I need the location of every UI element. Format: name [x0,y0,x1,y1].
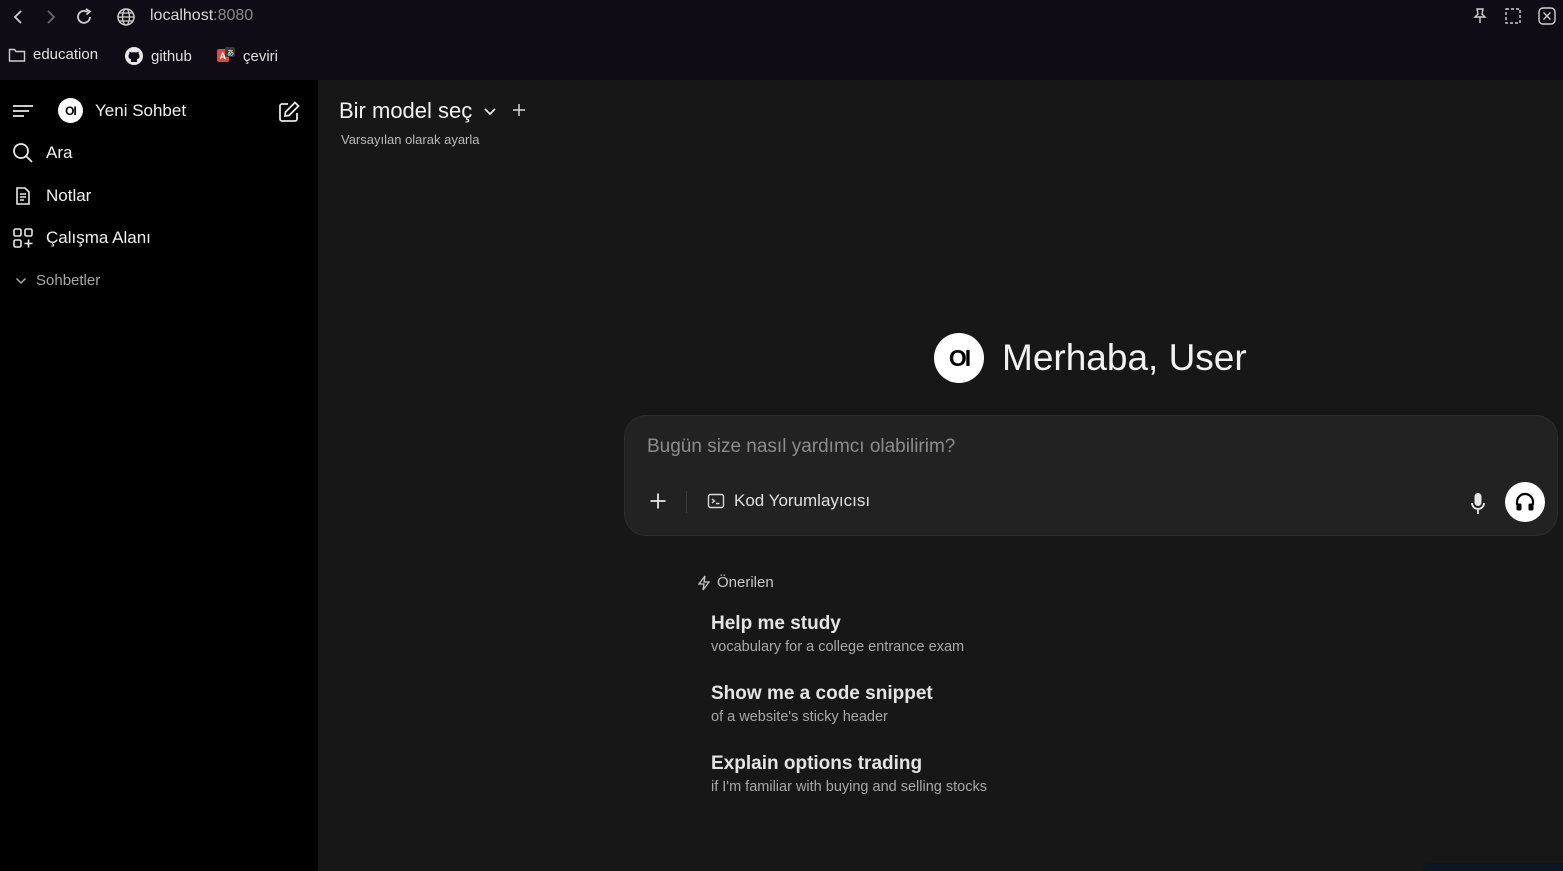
suggestion-title: Explain options trading [711,753,923,774]
plus-icon [650,493,666,509]
chat-input[interactable] [647,436,1407,458]
chevron-right-icon [47,10,56,24]
headphones-icon [1515,492,1535,511]
bookmark-label: çeviri [243,47,279,65]
search-icon [13,143,33,163]
pin-icon [1473,8,1487,23]
folder-icon [8,48,26,62]
bookmark-ceviri[interactable]: Aあ çeviri [216,46,278,66]
terminal-icon [707,493,725,509]
plus-icon [513,104,526,116]
sidebar: OI Yeni Sohbet Ara Notlar Çalışma Alanı … [0,80,318,871]
sidebar-item-workspace[interactable]: Çalışma Alanı [12,227,151,249]
suggestion-subtitle: of a website's sticky header [711,709,888,725]
add-model-button[interactable] [512,101,526,121]
sidebar-item-label: Ara [46,143,73,162]
new-chat-link[interactable]: Yeni Sohbet [95,101,186,121]
sidebar-item-label: Notlar [46,186,92,205]
chats-section-toggle[interactable]: Sohbetler [14,272,100,289]
model-selector[interactable]: Bir model seç [339,98,526,124]
model-select-label: Bir model seç [339,98,473,123]
suggestion-title: Help me study [711,613,841,634]
forward-button[interactable] [38,5,62,29]
suggestions-heading-label: Önerilen [717,574,774,591]
composer-divider [686,491,687,513]
greeting-text: Merhaba, User [1002,337,1247,378]
site-info-button[interactable] [114,5,138,29]
chevron-down-icon [484,108,496,116]
sidebar-item-label: Çalışma Alanı [46,228,151,247]
browser-toolbar: localhost:8080 [0,0,1563,34]
github-icon [125,47,143,65]
workspace-icon [13,228,33,248]
close-window-button[interactable] [1536,5,1558,27]
microphone-icon [1471,493,1485,514]
bookmarks-bar: education github Aあ çeviri [0,42,1563,72]
url-host: localhost [150,7,214,24]
crop-icon [1505,8,1521,24]
bookmark-education[interactable]: education [8,46,98,63]
chat-composer: Kod Yorumlayıcısı [624,415,1558,536]
sidebar-item-notes[interactable]: Notlar [12,185,91,207]
sidebar-toggle-button[interactable] [12,102,34,120]
set-default-link[interactable]: Varsayılan olarak ayarla [341,132,480,147]
dictate-button[interactable] [1467,491,1489,517]
url-port: :8080 [213,7,254,24]
suggestion-item[interactable]: Show me a code snippet of a website's st… [711,683,933,725]
attach-button[interactable] [647,490,669,512]
edit-icon [279,101,300,122]
reload-button[interactable] [72,5,96,29]
chevron-down-icon [15,277,27,284]
greeting: OI Merhaba, User [934,333,1247,383]
reload-icon [77,8,92,24]
translate-icon: Aあ [217,47,235,62]
corner-decoration [1423,863,1563,871]
chevron-left-icon [13,10,22,24]
globe-icon [117,8,135,26]
bookmark-github[interactable]: github [124,46,192,66]
notes-icon [16,187,30,205]
back-button[interactable] [7,5,31,29]
voice-mode-button[interactable] [1505,482,1545,522]
svg-text:あ: あ [227,49,234,57]
menu-icon [13,104,33,117]
url-field[interactable]: localhost:8080 [150,7,253,25]
suggestion-item[interactable]: Help me study vocabulary for a college e… [711,613,964,655]
sidebar-header: OI Yeni Sohbet [12,98,186,123]
lightning-icon [697,575,711,590]
new-chat-button[interactable] [277,100,301,129]
main-area: Bir model seç Varsayılan olarak ayarla O… [318,80,1563,871]
suggestion-item[interactable]: Explain options trading if I'm familiar … [711,753,987,795]
suggestion-subtitle: vocabulary for a college entrance exam [711,639,965,655]
suggestion-title: Show me a code snippet [711,683,933,704]
section-label: Sohbetler [36,272,101,289]
bookmark-label: github [151,47,192,65]
suggestions-heading: Önerilen [697,574,774,591]
app-logo: OI [58,98,83,123]
screenshot-button[interactable] [1502,5,1524,27]
pin-button[interactable] [1469,5,1491,27]
code-interpreter-label: Kod Yorumlayıcısı [734,491,871,510]
greeting-logo: OI [934,333,984,383]
bookmark-label: education [33,46,99,63]
code-interpreter-toggle[interactable]: Kod Yorumlayıcısı [707,491,870,511]
sidebar-item-search[interactable]: Ara [12,142,72,164]
close-icon [1538,7,1556,25]
suggestion-subtitle: if I'm familiar with buying and selling … [711,779,987,795]
